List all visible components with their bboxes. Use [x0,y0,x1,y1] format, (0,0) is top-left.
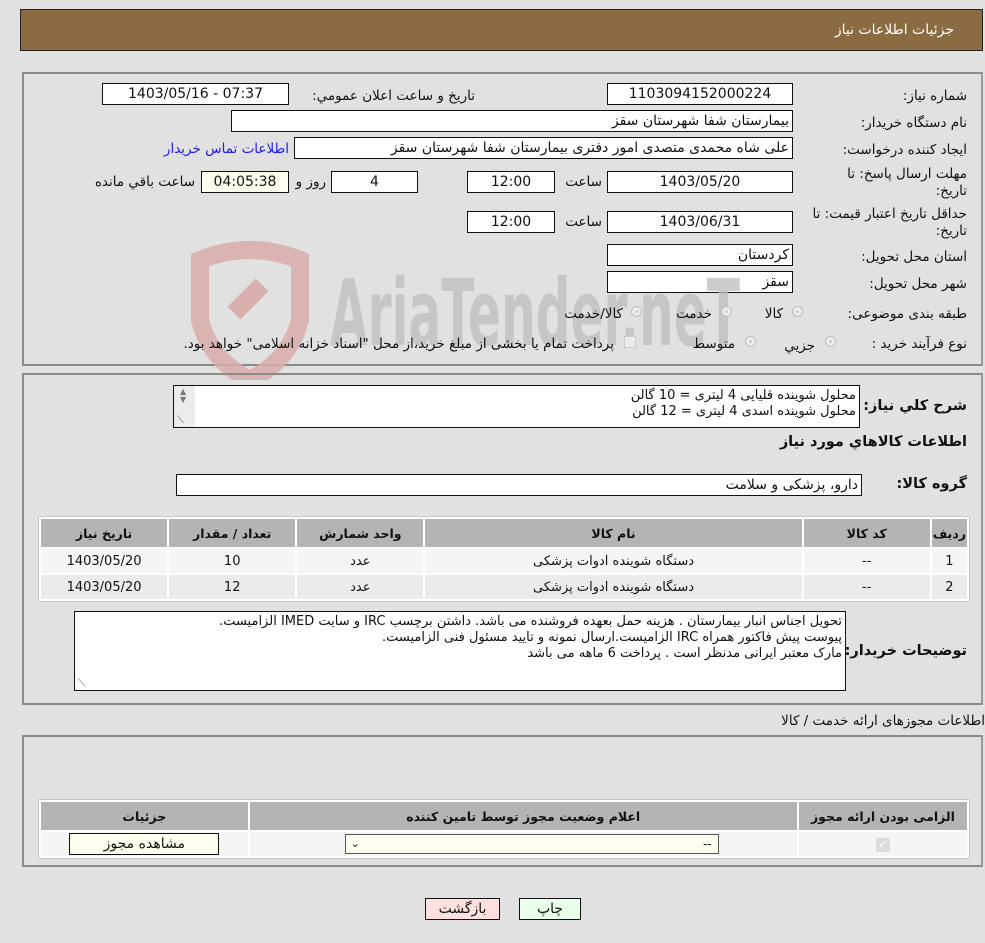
buyer-org-field[interactable]: بیمارستان شفا شهرستان سقز [231,110,793,132]
buyer-notes-label: توضیحات خریدار: [844,643,967,659]
col-unit: واحد شمارش [297,519,424,547]
col-name: نام کالا [425,519,802,547]
scroll-up-down-icon[interactable]: ▲ ▼ [180,388,186,404]
buyer-notes-line-1: تحویل اجناس انبار بیمارستان . هزینه حمل … [219,614,842,629]
summary-line-2: محلول شوینده اسدی 4 لیتری = 12 گالن [632,404,856,419]
announce-label: تاریخ و ساعت اعلان عمومي: [312,88,475,104]
goods-table: ردیف کد کالا نام کالا واحد شمارش تعداد /… [38,516,970,602]
cell-qty: 12 [169,575,296,599]
col-license-required: الزامی بودن ارائه مجوز [798,802,967,830]
licenses-table: الزامی بودن ارائه مجوز اعلام وضعیت مجوز … [38,799,970,859]
days-label: روز و [295,174,326,190]
category-option-goods-service: کالا/خدمت [564,306,623,322]
license-status-select[interactable]: -- ⌄ [344,834,719,854]
need-number-field[interactable]: 1103094152000224 [607,83,793,105]
licenses-table-header: الزامی بودن ارائه مجوز اعلام وضعیت مجوز … [41,802,967,830]
cell-name: دستگاه شوینده ادوات پزشکی [425,575,802,599]
process-option-medium: متوسط [692,336,735,352]
cell-date: 1403/05/20 [41,575,168,599]
cell-code: -- [803,549,930,573]
deadline-time-field[interactable]: 12:00 [467,171,555,193]
validity-label-date: تاریخ: [935,223,967,239]
goods-info-title: اطلاعات كالاهاي مورد نياز [779,434,967,450]
cell-row: 1 [931,549,967,573]
validity-time-field[interactable]: 12:00 [467,211,555,233]
category-radio-service[interactable] [721,306,732,317]
cell-unit: عدد [297,575,424,599]
resize-grip-icon[interactable]: ⟋ [78,676,85,690]
page-header: جزئیات اطلاعات نیاز [20,9,983,51]
province-label: استان محل تحویل: [861,249,967,265]
summary-line-1: محلول شوینده قلیایی 4 لیتری = 10 گالن [630,388,856,403]
creator-label: ایجاد کننده درخواست: [842,142,967,158]
deadline-date-field[interactable]: 1403/05/20 [607,171,793,193]
cell-unit: عدد [297,549,424,573]
cell-date: 1403/05/20 [41,549,168,573]
process-checkbox[interactable] [624,336,636,348]
cell-license-status: -- ⌄ [249,832,797,856]
goods-table-header: ردیف کد کالا نام کالا واحد شمارش تعداد /… [41,519,967,547]
process-radio-medium[interactable] [745,336,756,347]
textarea-scrollbar[interactable]: ▲ ▼ ⟋ [174,386,195,427]
summary-label: شرح كلي نياز: [863,398,967,414]
city-label: شهر محل تحویل: [869,276,967,292]
cell-qty: 10 [169,549,296,573]
process-radio-minor[interactable] [825,336,836,347]
view-license-button[interactable]: مشاهده مجوز [69,833,220,855]
validity-label: حداقل تاریخ اعتبار قیمت: تا [812,206,967,222]
table-row: 2 -- دستگاه شوینده ادوات پزشکی عدد 12 14… [41,575,967,599]
category-option-goods: کالا [764,306,783,322]
licenses-section-title: اطلاعات مجوزهای ارائه خدمت / کالا [781,713,985,729]
cell-license-required: ✓ [798,832,967,856]
cell-code: -- [803,575,930,599]
license-status-value: -- [702,837,712,851]
buyer-notes-line-3: مارک معتبر ایرانی مدنظر است . پرداخت 6 م… [527,646,842,661]
col-row: ردیف [931,519,967,547]
days-remaining-field[interactable]: 4 [331,171,418,193]
buyer-notes-textarea[interactable]: تحویل اجناس انبار بیمارستان . هزینه حمل … [74,611,846,691]
license-row: ✓ -- ⌄ مشاهده مجوز [41,832,967,856]
table-row: 1 -- دستگاه شوینده ادوات پزشکی عدد 10 14… [41,549,967,573]
chevron-down-icon: ⌄ [350,837,360,850]
process-label: نوع فرآیند خرید : [871,336,967,352]
category-radio-goods-service[interactable] [631,306,642,317]
resize-grip-icon[interactable]: ⟋ [177,413,184,427]
cell-row: 2 [931,575,967,599]
col-qty: تعداد / مقدار [169,519,296,547]
print-button[interactable]: چاپ [519,898,581,920]
deadline-label-date: تاریخ: [935,183,967,199]
col-code: کد کالا [803,519,930,547]
province-field[interactable]: کردستان [607,244,793,266]
category-label: طبقه بندی موضوعی: [847,306,967,322]
col-license-details: جزئیات [41,802,248,830]
goods-group-field[interactable]: دارو، پزشکی و سلامت [176,474,862,496]
process-note: پرداخت تمام یا بخشی از مبلغ خرید،از محل … [183,336,614,352]
cell-license-details: مشاهده مجوز [41,832,248,856]
validity-time-label: ساعت [565,214,602,230]
need-number-label: شماره نیاز: [902,88,967,104]
deadline-time-label: ساعت [565,174,602,190]
remaining-time-label: ساعت باقي مانده [94,174,195,190]
city-field[interactable]: سقز [607,271,793,293]
buyer-contact-link[interactable]: اطلاعات تماس خریدار [164,141,289,157]
page-title: جزئیات اطلاعات نیاز [834,22,954,38]
back-button[interactable]: بازگشت [425,898,500,920]
buyer-org-label: نام دستگاه خریدار: [860,115,967,131]
col-date: تاریخ نیاز [41,519,168,547]
announce-field[interactable]: 1403/05/16 - 07:37 [102,83,289,105]
deadline-label: مهلت ارسال پاسخ: تا [847,166,967,182]
process-option-minor: جزيي [784,338,815,354]
col-license-status: اعلام وضعیت مجوز توسط تامین کننده [249,802,797,830]
summary-textarea[interactable]: محلول شوینده قلیایی 4 لیتری = 10 گالن مح… [173,385,860,428]
license-required-checkbox[interactable]: ✓ [875,837,890,852]
category-radio-goods[interactable] [792,306,803,317]
buyer-notes-line-2: پیوست پیش فاکتور همراه IRC الزامیست.ارسا… [382,630,842,645]
remaining-time-field[interactable]: 04:05:38 [201,171,289,193]
creator-field[interactable]: علی شاه محمدی متصدی امور دفتری بیمارستان… [294,137,793,159]
validity-date-field[interactable]: 1403/06/31 [607,211,793,233]
cell-name: دستگاه شوینده ادوات پزشکی [425,549,802,573]
category-option-service: خدمت [676,306,712,322]
goods-group-label: گروه کالا: [896,476,967,492]
